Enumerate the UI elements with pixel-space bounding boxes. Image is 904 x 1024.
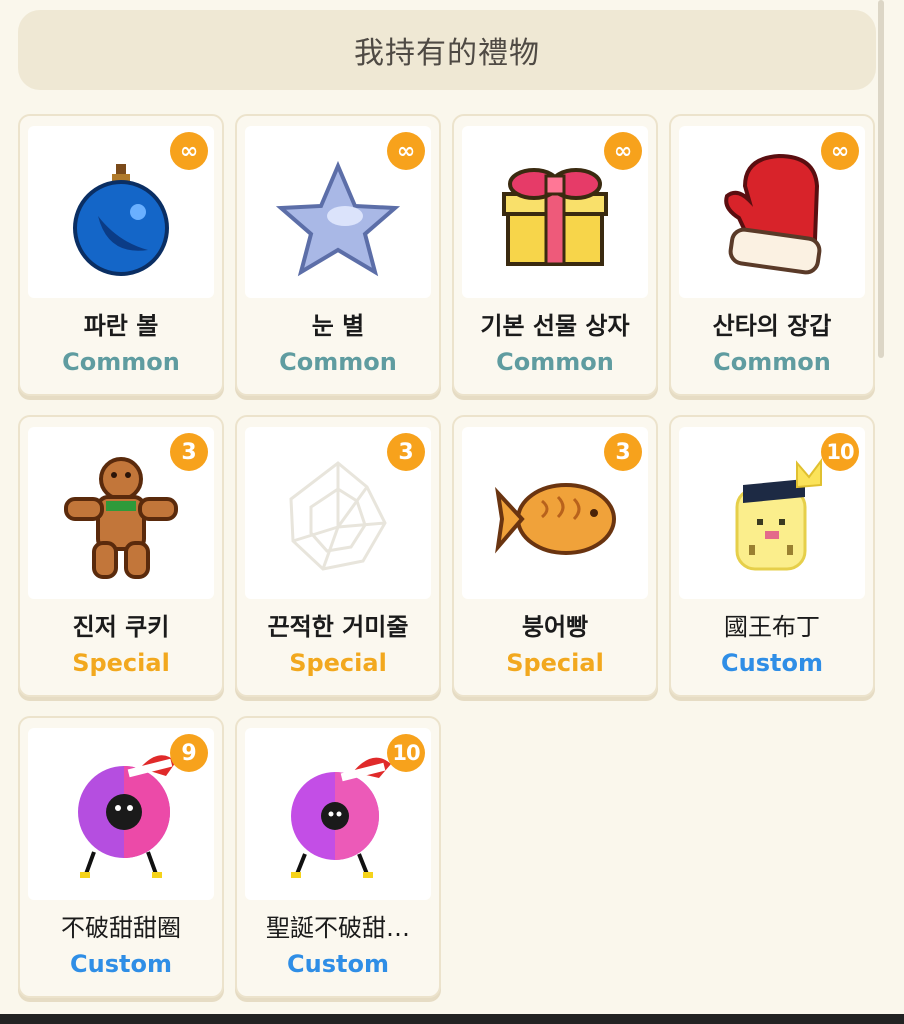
page-title: 我持有的禮物 — [354, 36, 540, 71]
gift-thumbnail: 3 — [28, 427, 214, 599]
scrollbar[interactable] — [878, 0, 884, 358]
gift-thumbnail: 10 — [679, 427, 865, 599]
gift-rarity: Special — [72, 649, 170, 677]
count-badge: 3 — [170, 433, 208, 471]
gift-card-blue-ball[interactable]: ∞ 파란 볼 Common — [18, 114, 224, 396]
gift-rarity: Common — [62, 348, 180, 376]
count-badge: 10 — [821, 433, 859, 471]
gift-card-king-pudding[interactable]: 10 國王布丁 Custom — [669, 415, 875, 697]
gift-thumbnail: 10 — [245, 728, 431, 900]
gift-card-ginger-cookie[interactable]: 3 진저 쿠키 Special — [18, 415, 224, 697]
gift-name: 聖誕不破甜… — [266, 914, 410, 942]
gift-rarity: Custom — [721, 649, 823, 677]
count-badge: 9 — [170, 734, 208, 772]
gift-thumbnail: 3 — [245, 427, 431, 599]
gift-card-gift-box[interactable]: ∞ 기본 선물 상자 Common — [452, 114, 658, 396]
gift-thumbnail: 9 — [28, 728, 214, 900]
gift-name: 붕어빵 — [521, 613, 589, 641]
gift-card-purple-donut[interactable]: 9 不破甜甜圈 Custom — [18, 716, 224, 998]
gift-name: 기본 선물 상자 — [480, 312, 630, 340]
gift-thumbnail: ∞ — [28, 126, 214, 298]
gift-name: 진저 쿠키 — [72, 613, 170, 641]
gift-rarity: Custom — [287, 950, 389, 978]
count-badge: ∞ — [821, 132, 859, 170]
gift-thumbnail: ∞ — [462, 126, 648, 298]
gift-rarity: Common — [713, 348, 831, 376]
gift-thumbnail: 3 — [462, 427, 648, 599]
gift-rarity: Common — [496, 348, 614, 376]
gift-name: 不破甜甜圈 — [61, 914, 181, 942]
gift-card-snow-star[interactable]: ∞ 눈 별 Common — [235, 114, 441, 396]
gift-name: 파란 볼 — [83, 312, 159, 340]
page-header: 我持有的禮物 — [18, 10, 876, 90]
gift-rarity: Special — [289, 649, 387, 677]
count-badge: ∞ — [387, 132, 425, 170]
gift-name: 눈 별 — [311, 312, 365, 340]
gift-card-spider-web[interactable]: 3 끈적한 거미줄 Special — [235, 415, 441, 697]
count-badge: 10 — [387, 734, 425, 772]
gift-card-fish-bread[interactable]: 3 붕어빵 Special — [452, 415, 658, 697]
count-badge: 3 — [387, 433, 425, 471]
gift-rarity: Custom — [70, 950, 172, 978]
gift-name: 끈적한 거미줄 — [267, 613, 409, 641]
gift-thumbnail: ∞ — [245, 126, 431, 298]
count-badge: ∞ — [604, 132, 642, 170]
count-badge: ∞ — [170, 132, 208, 170]
gift-thumbnail: ∞ — [679, 126, 865, 298]
gift-card-santa-mitten[interactable]: ∞ 산타의 장갑 Common — [669, 114, 875, 396]
bottom-edge — [0, 1014, 904, 1024]
gift-rarity: Common — [279, 348, 397, 376]
count-badge: 3 — [604, 433, 642, 471]
gift-rarity: Special — [506, 649, 604, 677]
gift-card-christmas-donut[interactable]: 10 聖誕不破甜… Custom — [235, 716, 441, 998]
gift-name: 國王布丁 — [724, 613, 820, 641]
gift-name: 산타의 장갑 — [712, 312, 832, 340]
